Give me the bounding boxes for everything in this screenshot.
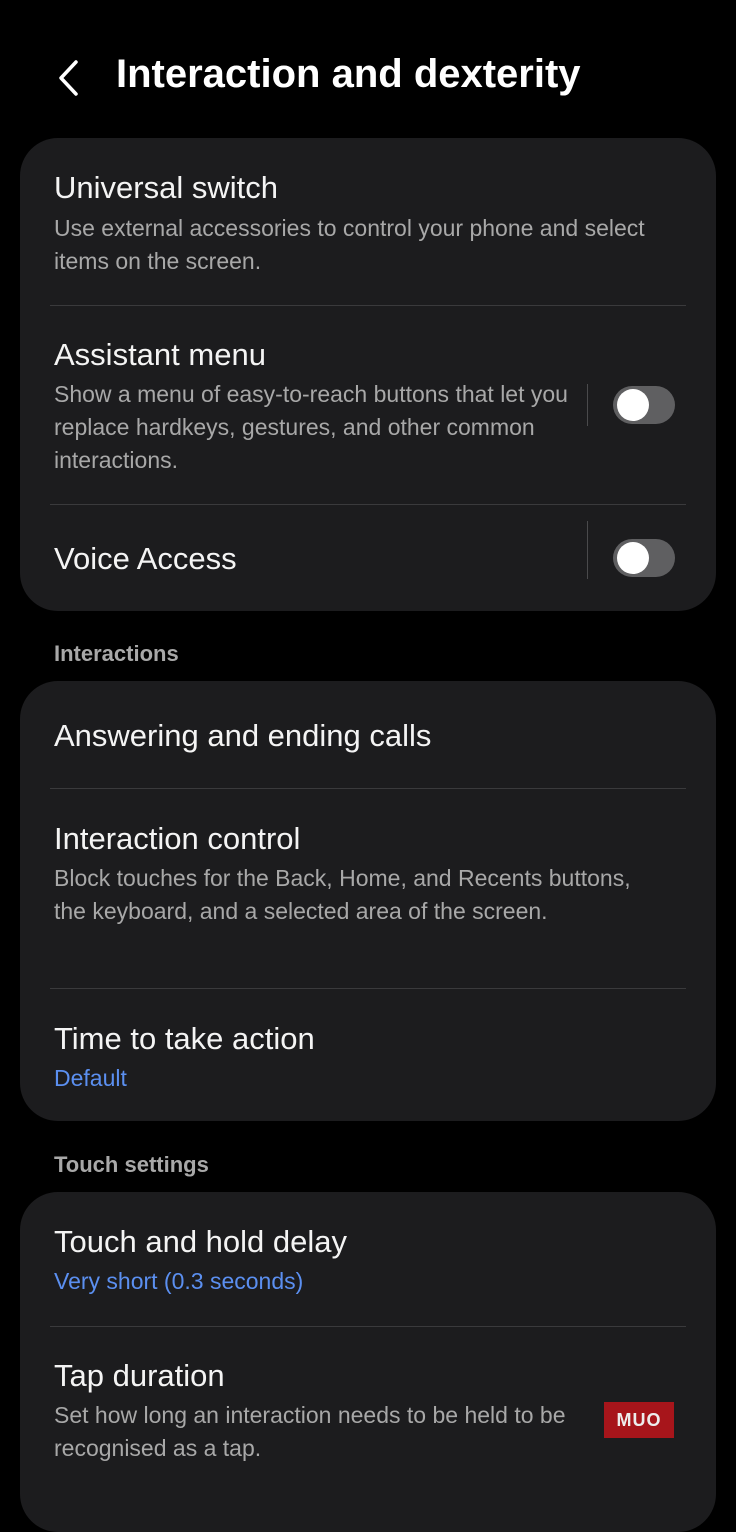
answering-calls-item[interactable]: Answering and ending calls [20, 681, 716, 788]
toggle-knob [617, 542, 649, 574]
page-title: Interaction and dexterity [116, 52, 581, 96]
touch-settings-card: Touch and hold delay Very short (0.3 sec… [20, 1192, 716, 1532]
back-button[interactable] [44, 50, 94, 106]
voice-access-title: Voice Access [54, 541, 237, 576]
universal-switch-item[interactable]: Universal switch Use external accessorie… [20, 138, 716, 305]
touch-hold-delay-title: Touch and hold delay [54, 1224, 348, 1259]
toggle-knob [617, 389, 649, 421]
assistant-menu-description: Show a menu of easy-to-reach buttons tha… [54, 381, 568, 473]
answering-calls-title: Answering and ending calls [54, 718, 432, 753]
interaction-control-title: Interaction control [54, 821, 301, 856]
chevron-left-icon [59, 60, 78, 96]
interaction-control-item[interactable]: Interaction control Block touches for th… [20, 789, 716, 988]
main-settings-card: Universal switch Use external accessorie… [20, 138, 716, 611]
section-label-interactions: Interactions [54, 641, 179, 666]
header-bar: Interaction and dexterity [0, 0, 736, 138]
vertical-separator [587, 537, 588, 579]
section-label-touch-settings: Touch settings [54, 1152, 209, 1177]
touch-hold-delay-value: Very short (0.3 seconds) [54, 1268, 304, 1294]
time-to-take-action-item[interactable]: Time to take action Default [20, 989, 716, 1121]
assistant-menu-item[interactable]: Assistant menu Show a menu of easy-to-re… [20, 306, 716, 563]
tap-duration-title: Tap duration [54, 1358, 225, 1393]
assistant-menu-title: Assistant menu [54, 337, 266, 372]
interactions-card: Answering and ending calls Interaction c… [20, 681, 716, 1121]
muo-watermark-logo: MUO [604, 1402, 674, 1438]
interaction-control-description: Block touches for the Back, Home, and Re… [54, 865, 631, 924]
universal-switch-title: Universal switch [54, 170, 278, 205]
time-to-take-action-title: Time to take action [54, 1021, 315, 1056]
touch-hold-delay-item[interactable]: Touch and hold delay Very short (0.3 sec… [20, 1192, 716, 1326]
voice-access-item[interactable]: Voice Access [20, 505, 716, 611]
tap-duration-description: Set how long an interaction needs to be … [54, 1402, 566, 1461]
vertical-separator [587, 384, 588, 426]
voice-access-toggle[interactable] [613, 539, 675, 577]
assistant-menu-toggle[interactable] [613, 386, 675, 424]
time-to-take-action-value: Default [54, 1065, 127, 1091]
universal-switch-description: Use external accessories to control your… [54, 215, 645, 274]
